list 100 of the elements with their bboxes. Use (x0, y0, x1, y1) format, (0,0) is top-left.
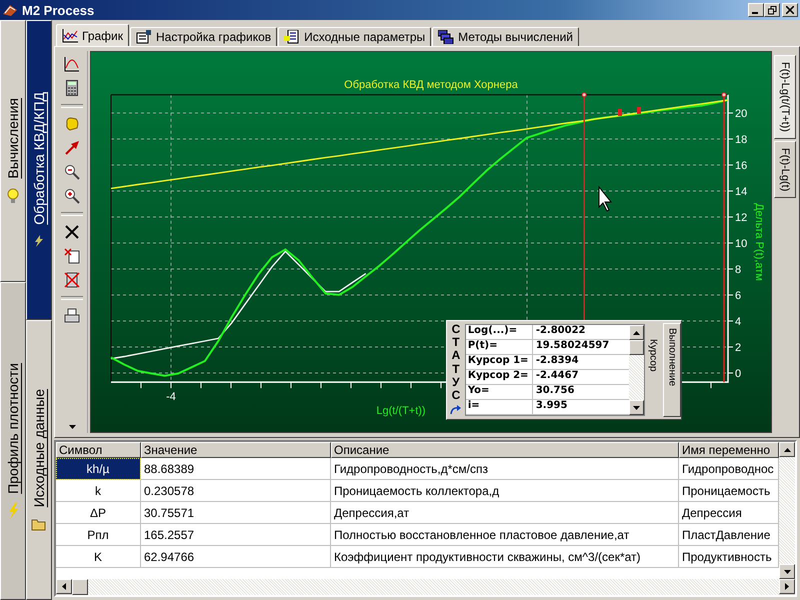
status-field-value: 19.58024597 (534, 340, 610, 353)
table-cell: kh/µ (56, 458, 141, 480)
status-field-label: Log(...)= (466, 325, 533, 339)
side-tab[interactable]: Вычисления (0, 20, 26, 282)
status-tab[interactable]: Выполнение (663, 323, 681, 417)
scroll-left-icon[interactable] (62, 583, 66, 590)
column-header[interactable]: Символ (56, 442, 141, 458)
status-field-value: 30.756 (534, 385, 574, 398)
lightning-icon (6, 503, 20, 520)
table-cell: Депрессия,ат (331, 502, 679, 524)
cross-icon (65, 225, 79, 239)
y-tick-label: 20 (735, 108, 748, 120)
folder-icon (31, 517, 47, 532)
status-field-label: Курсор 2= (466, 370, 533, 384)
windows-icon (438, 30, 454, 44)
x-tick-label: -4 (166, 391, 176, 403)
scroll-right-icon[interactable] (785, 583, 789, 590)
table-cell: k (56, 480, 141, 502)
table-cell: Проницаемость коллектора,д (331, 480, 679, 502)
status-field-label: P(t)= (466, 340, 533, 354)
y-tick-label: 18 (735, 134, 748, 146)
column-header[interactable]: Имя переменно (679, 442, 779, 458)
table-cell: 165.2557 (141, 524, 331, 546)
document-icon (284, 30, 300, 44)
zoom-in-icon (64, 188, 80, 204)
table-cell: Коэффициент продуктивности скважины, см^3/(сек*ат) (331, 546, 679, 568)
window-title: M2 Process (22, 2, 96, 18)
y-tick-label: 10 (735, 238, 748, 250)
side-tab-label: Вычисления (5, 98, 21, 178)
marker-drawing (618, 107, 641, 116)
restore-button[interactable] (764, 3, 780, 17)
cursor-line[interactable] (582, 92, 587, 320)
y-tick-label: 4 (735, 316, 742, 328)
status-field-label: Yo= (466, 385, 533, 399)
side-tab-label: Профиль плотности (5, 362, 21, 494)
section-tab[interactable]: Обработка КВД/КПД (26, 20, 52, 320)
y-tick-label: 0 (735, 368, 742, 380)
scroll-up-icon[interactable] (633, 330, 640, 334)
view-tab[interactable]: F(t)-Lg(t) (774, 140, 796, 198)
table-cell: 88.68389 (141, 458, 331, 480)
scrollbar[interactable] (779, 442, 795, 579)
status-field-label: Курсор 1= (466, 355, 533, 369)
status-tab[interactable]: Курсор (645, 323, 661, 417)
x-axis-label: Lg(t/(T+t)) (376, 405, 426, 417)
table-cell: 30.75571 (141, 502, 331, 524)
scroll-down-icon[interactable] (633, 406, 640, 410)
scrollbar[interactable] (629, 325, 644, 415)
column-header[interactable]: Значение (141, 442, 331, 458)
table-cell: 62.94766 (141, 546, 331, 568)
arrow-icon (64, 140, 80, 156)
settings-icon (136, 30, 152, 44)
section-tab-label: Исходные данные (31, 388, 47, 508)
mouse-pointer-icon (598, 186, 612, 212)
column-header[interactable]: Описание (331, 442, 679, 458)
tab[interactable]: График (56, 24, 129, 46)
status-field-value: -2.80022 (534, 325, 586, 338)
y-tick-label: 12 (735, 212, 748, 224)
y-tick-label: 8 (735, 264, 742, 276)
printer-icon (64, 308, 80, 324)
side-tab[interactable]: Профиль плотности (0, 282, 26, 600)
view-tab[interactable]: F(t)-Lg(t/(T+t)) (774, 55, 796, 139)
table-cell: ΔP (56, 502, 141, 524)
y-tick-label: 6 (735, 290, 742, 302)
document-cross-icon (64, 248, 80, 264)
tab[interactable]: Исходные параметры (278, 27, 432, 46)
restore-icon (768, 6, 776, 14)
close-icon (786, 6, 794, 14)
dropdown-arrow-icon[interactable] (68, 425, 76, 429)
status-field-label: i= (466, 400, 533, 414)
table-cell: K (56, 546, 141, 568)
refresh-icon[interactable] (448, 405, 463, 417)
status-field-value: -2.4467 (534, 370, 579, 383)
table-cell: Гидропроводность,д*см/спз (331, 458, 679, 480)
tab[interactable]: Методы вычислений (432, 27, 579, 46)
table-cell: Полностью восстановленное пластовое давление,ат (331, 524, 679, 546)
status-field-value: 3.995 (534, 400, 568, 413)
y-tick-label: 14 (735, 186, 748, 198)
close-button[interactable] (782, 3, 798, 17)
scroll-up-icon[interactable] (784, 448, 790, 452)
y-axis-label: Дельта P(t),атм (753, 203, 765, 281)
lightning-icon (32, 234, 46, 248)
app-icon (2, 2, 18, 18)
scrollbar[interactable] (56, 579, 795, 595)
cursor-handle[interactable] (721, 92, 726, 98)
table-cell: 0.230578 (141, 480, 331, 502)
status-field-value: -2.8394 (534, 355, 579, 368)
status-label: СТАТУС (450, 323, 462, 402)
scroll-down-icon[interactable] (784, 570, 790, 574)
calculator-icon (66, 80, 78, 96)
chart-title: Обработка КВД методом Хорнера (344, 79, 518, 91)
table-cell: Рпл (56, 524, 141, 546)
chart-icon (62, 28, 78, 42)
chart-icon (64, 56, 80, 72)
tab[interactable]: Настройка графиков (130, 27, 278, 46)
minimize-button[interactable] (748, 3, 764, 17)
section-tab[interactable]: Исходные данные (26, 320, 52, 600)
section-tab-label: Обработка КВД/КПД (31, 92, 47, 224)
y-tick-label: 2 (735, 342, 742, 354)
y-tick-label: 16 (735, 160, 748, 172)
light-bulb-icon (6, 188, 20, 204)
